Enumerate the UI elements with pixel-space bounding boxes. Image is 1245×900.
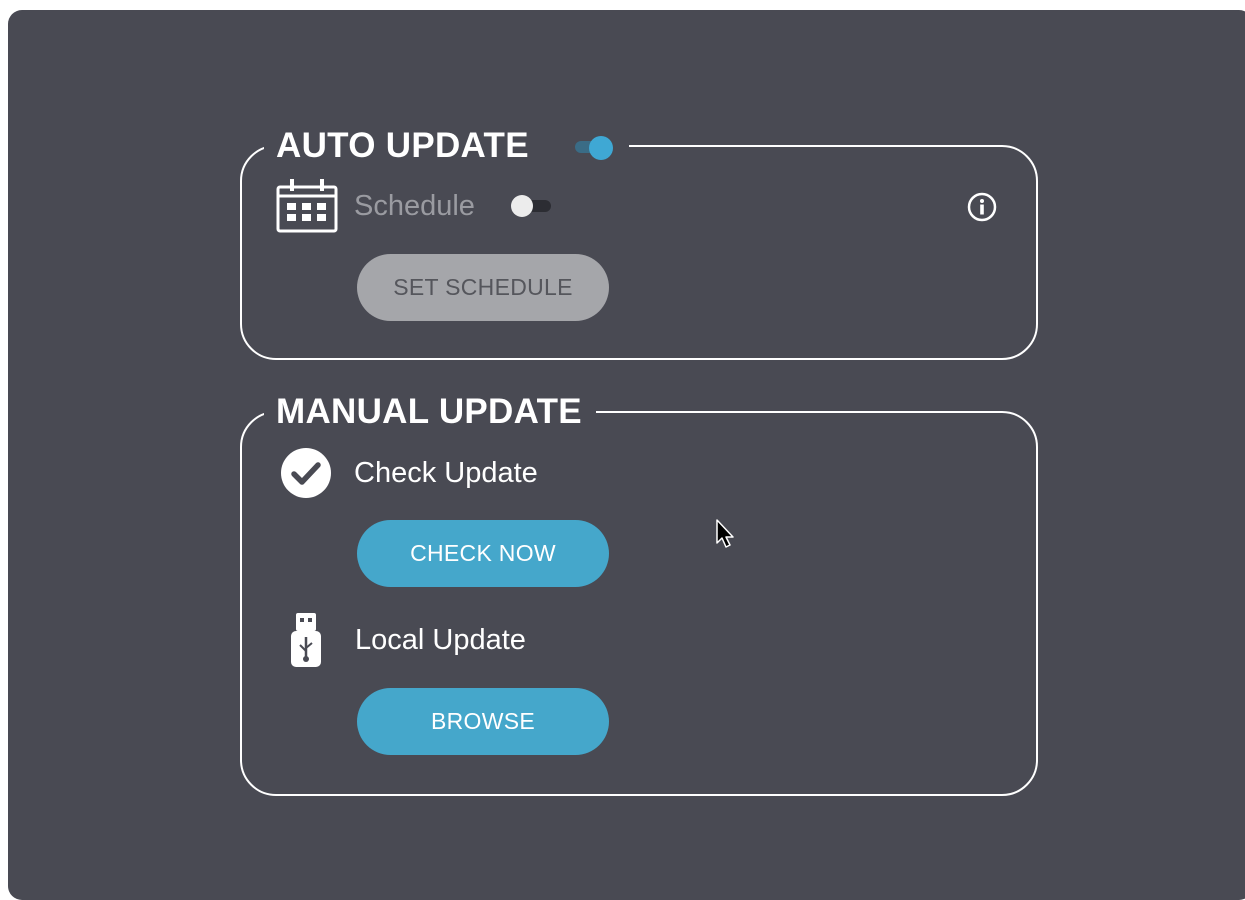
local-update-label: Local Update [355,623,526,656]
schedule-row: Schedule [276,179,551,233]
set-schedule-button[interactable]: SET SCHEDULE [357,254,609,321]
mouse-cursor-icon [716,519,734,548]
manual-update-group: MANUAL UPDATE Check Update CHECK NOW Loc… [240,383,1038,796]
check-circle-icon [281,448,331,498]
auto-update-group: AUTO UPDATE Schedule SET SCHEDULE [240,117,1038,360]
local-update-row: Local Update [289,611,526,669]
usb-drive-icon [291,613,321,667]
auto-update-title: AUTO UPDATE [276,126,529,165]
browse-button[interactable]: BROWSE [357,688,609,755]
manual-update-title: MANUAL UPDATE [276,392,582,431]
toggle-knob [510,195,533,217]
toggle-knob [588,136,613,160]
auto-update-toggle[interactable] [574,136,615,160]
check-update-row: Check Update [280,447,538,499]
check-now-button[interactable]: CHECK NOW [357,520,609,587]
manual-update-legend: MANUAL UPDATE [264,383,596,441]
calendar-icon [276,179,338,233]
auto-update-legend: AUTO UPDATE [264,117,629,175]
schedule-toggle[interactable] [510,195,551,217]
schedule-label: Schedule [354,189,475,222]
check-update-label: Check Update [354,456,538,489]
info-icon[interactable] [967,192,997,222]
